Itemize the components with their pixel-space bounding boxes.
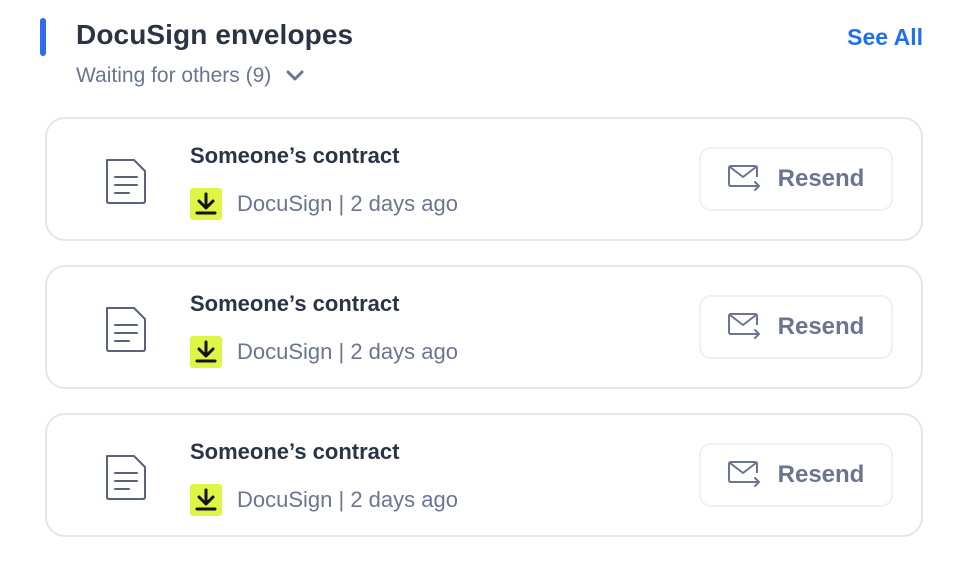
download-icon[interactable] <box>190 336 222 368</box>
envelope-title: Someone’s contract <box>190 291 400 316</box>
envelope-card: Someone’s contract DocuSign | 2 days ago… <box>45 265 923 389</box>
download-icon[interactable] <box>190 484 222 516</box>
resend-label: Resend <box>777 313 865 340</box>
envelope-meta-text: DocuSign | 2 days ago <box>237 339 458 364</box>
resend-button[interactable]: Resend <box>699 443 893 507</box>
envelope-meta-text: DocuSign | 2 days ago <box>237 487 458 512</box>
resend-mail-icon <box>727 164 762 194</box>
download-icon[interactable] <box>190 188 222 220</box>
envelope-card: Someone’s contract DocuSign | 2 days ago… <box>45 117 923 241</box>
resend-mail-icon <box>727 460 762 490</box>
envelope-title: Someone’s contract <box>190 143 400 168</box>
envelope-meta-text: DocuSign | 2 days ago <box>237 191 458 216</box>
resend-mail-icon <box>727 312 762 342</box>
envelope-meta: DocuSign | 2 days ago <box>190 336 458 368</box>
resend-label: Resend <box>777 461 865 488</box>
filter-dropdown[interactable]: Waiting for others (9) <box>76 64 305 88</box>
envelope-card: Someone’s contract DocuSign | 2 days ago… <box>45 413 923 537</box>
section-accent-bar <box>40 18 46 56</box>
envelope-title: Someone’s contract <box>190 439 400 464</box>
chevron-down-icon <box>285 69 305 83</box>
section-title: DocuSign envelopes <box>76 19 354 50</box>
envelope-list: Someone’s contract DocuSign | 2 days ago… <box>45 117 923 561</box>
document-icon <box>103 305 149 353</box>
envelope-meta: DocuSign | 2 days ago <box>190 484 458 516</box>
resend-label: Resend <box>777 165 865 192</box>
document-icon <box>103 453 149 501</box>
document-icon <box>103 157 149 205</box>
see-all-link[interactable]: See All <box>847 24 923 51</box>
resend-button[interactable]: Resend <box>699 295 893 359</box>
resend-button[interactable]: Resend <box>699 147 893 211</box>
envelope-meta: DocuSign | 2 days ago <box>190 188 458 220</box>
filter-label: Waiting for others (9) <box>76 64 272 87</box>
